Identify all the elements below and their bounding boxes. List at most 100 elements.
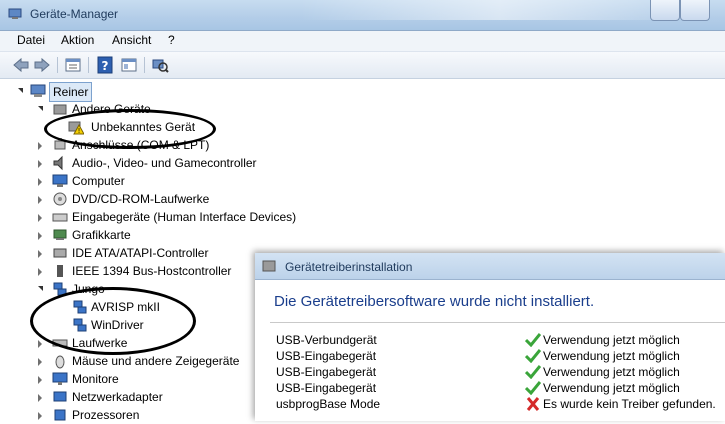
collapse-icon[interactable]	[38, 106, 43, 111]
expand-icon[interactable]	[38, 250, 42, 258]
toolbar-separator	[57, 57, 58, 73]
disc-drive-icon	[53, 192, 67, 206]
menu-view[interactable]: Ansicht	[112, 33, 151, 47]
expand-icon[interactable]	[38, 232, 42, 240]
checkmark-icon	[525, 365, 541, 379]
highlight-ellipse-unknown-device	[44, 109, 216, 149]
dialog-heading: Die Gerätetreibersoftware wurde nicht in…	[274, 293, 595, 310]
error-x-icon	[526, 397, 540, 411]
maximize-button[interactable]	[680, 0, 710, 21]
driver-row: USB-Eingabegerät Verwendung jetzt möglic…	[255, 380, 725, 396]
tree-item-label: DVD/CD-ROM-Laufwerke	[72, 192, 210, 206]
expand-icon[interactable]	[38, 142, 42, 150]
svg-text:?: ?	[102, 59, 109, 73]
menu-file[interactable]: Datei	[17, 33, 45, 47]
tree-item-monitore[interactable]: Monitore	[38, 370, 238, 388]
minimize-button[interactable]	[650, 0, 680, 21]
tree-item-label: Computer	[72, 174, 125, 188]
expand-icon[interactable]	[38, 160, 42, 168]
tree-item-audio[interactable]: Audio-, Video- und Gamecontroller	[38, 154, 298, 172]
driver-row: USB-Eingabegerät Verwendung jetzt möglic…	[255, 348, 725, 364]
expand-icon[interactable]	[38, 340, 42, 348]
checkmark-icon	[525, 349, 541, 363]
firewire-icon	[57, 265, 63, 277]
forward-arrow-icon[interactable]	[33, 56, 51, 74]
expand-icon[interactable]	[38, 358, 42, 366]
tree-root-label[interactable]: Reiner	[49, 82, 93, 102]
device-status: Es wurde kein Treiber gefunden.	[543, 397, 716, 411]
expand-icon[interactable]	[38, 268, 42, 276]
expand-icon[interactable]	[38, 196, 42, 204]
help-icon[interactable]: ?	[96, 56, 114, 74]
tree-item-maeuse[interactable]: Mäuse und andere Zeigegeräte	[38, 352, 258, 370]
scan-hardware-icon[interactable]	[151, 56, 169, 74]
tree-item-ide[interactable]: IDE ATA/ATAPI-Controller	[38, 244, 258, 262]
collapse-icon[interactable]	[18, 88, 23, 93]
menu-bar: Datei Aktion Ansicht ?	[0, 31, 725, 52]
checkmark-icon	[525, 381, 541, 395]
device-name: usbprogBase Mode	[276, 397, 381, 411]
tree-root[interactable]: Reiner	[12, 82, 112, 102]
tree-item-label: Prozessoren	[72, 408, 140, 422]
driver-row: USB-Eingabegerät Verwendung jetzt möglic…	[255, 364, 725, 380]
background-window-glimpse	[300, 0, 700, 20]
expand-icon[interactable]	[38, 394, 42, 402]
device-status: Verwendung jetzt möglich	[543, 365, 680, 379]
tree-item-computer[interactable]: Computer	[38, 172, 238, 190]
dialog-title-bar[interactable]: Gerätetreiberinstallation	[255, 253, 725, 280]
back-arrow-icon[interactable]	[12, 56, 30, 74]
checkmark-icon	[525, 333, 541, 347]
driver-row: USB-Verbundgerät Verwendung jetzt möglic…	[255, 332, 725, 348]
menu-help[interactable]: ?	[168, 33, 175, 47]
driver-install-dialog: Gerätetreiberinstallation Die Gerätetrei…	[255, 253, 725, 421]
toolbar-separator	[88, 57, 89, 73]
toolbar: ?	[0, 52, 725, 79]
tree-item-label: IEEE 1394 Bus-Hostcontroller	[72, 264, 232, 278]
highlight-ellipse-jungo	[30, 287, 196, 355]
driver-row: usbprogBase Mode Es wurde kein Treiber g…	[255, 396, 725, 412]
device-manager-icon	[8, 8, 22, 19]
device-name: USB-Eingabegerät	[276, 381, 377, 395]
tree-item-label: IDE ATA/ATAPI-Controller	[72, 246, 209, 260]
window-title: Geräte-Manager	[30, 7, 119, 21]
monitor-icon	[52, 372, 68, 385]
expand-icon[interactable]	[38, 178, 42, 186]
device-status: Verwendung jetzt möglich	[543, 333, 680, 347]
device-name: USB-Eingabegerät	[276, 365, 377, 379]
toolbar-separator	[144, 57, 145, 73]
device-name: USB-Verbundgerät	[276, 333, 377, 347]
tree-item-grafikkarte[interactable]: Grafikkarte	[38, 226, 238, 244]
display-adapter-icon	[53, 229, 67, 240]
tree-item-label: Netzwerkadapter	[72, 390, 163, 404]
expand-icon[interactable]	[38, 214, 42, 222]
device-status: Verwendung jetzt möglich	[543, 349, 680, 363]
device-install-icon	[262, 260, 276, 272]
tree-item-label: Grafikkarte	[72, 228, 131, 242]
tree-item-dvd[interactable]: DVD/CD-ROM-Laufwerke	[38, 190, 258, 208]
tree-item-label: Monitore	[72, 372, 119, 386]
properties-view-icon[interactable]	[64, 56, 82, 74]
expand-icon[interactable]	[38, 412, 42, 420]
network-adapter-icon	[53, 391, 67, 402]
dialog-divider	[270, 322, 725, 323]
speaker-icon	[53, 155, 63, 171]
menu-action[interactable]: Aktion	[61, 33, 94, 47]
tree-item-label: Audio-, Video- und Gamecontroller	[72, 156, 257, 170]
collapse-icon[interactable]	[38, 286, 43, 291]
dialog-title: Gerätetreiberinstallation	[285, 260, 413, 274]
tree-item-label: Eingabegeräte (Human Interface Devices)	[72, 210, 297, 224]
keyboard-icon	[52, 213, 68, 222]
computer-icon	[30, 84, 46, 97]
tree-item-netzwerkadapter[interactable]: Netzwerkadapter	[38, 388, 238, 406]
tree-item-prozessoren[interactable]: Prozessoren	[38, 406, 238, 424]
device-status: Verwendung jetzt möglich	[543, 381, 680, 395]
controller-icon	[53, 248, 67, 258]
tree-item-ieee1394[interactable]: IEEE 1394 Bus-Hostcontroller	[38, 262, 258, 280]
expand-icon[interactable]	[38, 376, 42, 384]
tree-item-eingabegeraete[interactable]: Eingabegeräte (Human Interface Devices)	[38, 208, 318, 226]
computer-icon	[52, 174, 68, 187]
window-view-icon[interactable]	[120, 56, 138, 74]
mouse-icon	[55, 355, 65, 369]
device-name: USB-Eingabegerät	[276, 349, 377, 363]
title-bar[interactable]: Geräte-Manager	[0, 0, 725, 31]
